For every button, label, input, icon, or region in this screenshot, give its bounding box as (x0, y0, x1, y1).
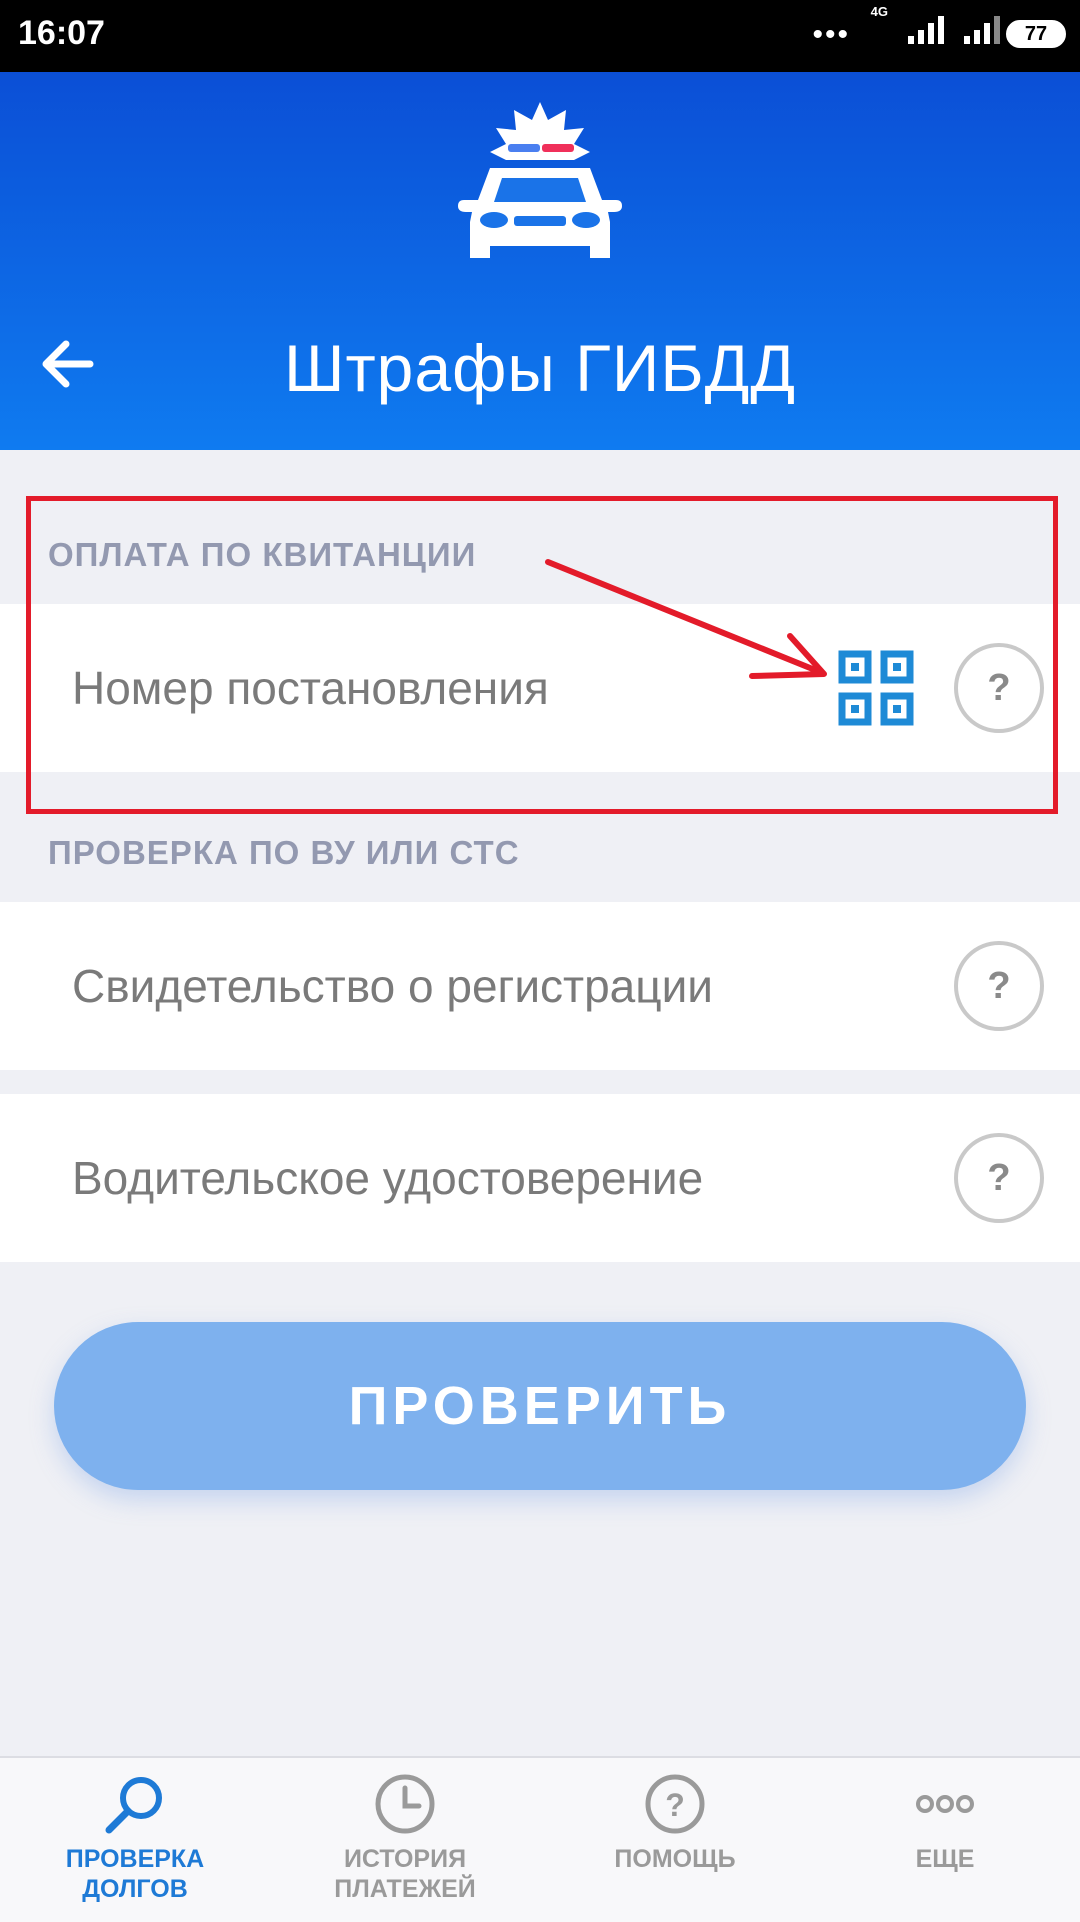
more-icon (916, 1795, 974, 1813)
nav-label-help: ПОМОЩЬ (614, 1845, 736, 1873)
police-car-icon (458, 102, 622, 258)
search-icon (105, 1777, 162, 1834)
signal-icon (908, 16, 944, 44)
section-label-receipt: ОПЛАТА ПО КВИТАНЦИИ (48, 536, 477, 573)
qr-code-icon[interactable] (838, 650, 914, 726)
app-header: Штрафы ГИБДД (0, 72, 1080, 450)
nav-item-payment-history[interactable]: ИСТОРИЯ ПЛАТЕЖЕЙ (270, 1758, 540, 1922)
registration-certificate-field[interactable]: Свидетельство о регистрации ? (0, 902, 1080, 1070)
nav-label-payment-history: ИСТОРИЯ ПЛАТЕЖЕЙ (334, 1845, 476, 1903)
nav-item-more[interactable]: ЕЩЕ (810, 1758, 1080, 1922)
network-type: 4G (870, 4, 888, 19)
driver-license-placeholder: Водительское удостоверение (72, 1152, 704, 1204)
svg-text:?: ? (665, 1787, 685, 1823)
driver-license-field[interactable]: Водительское удостоверение ? (0, 1094, 1080, 1262)
nav-label-more: ЕЩЕ (915, 1845, 975, 1873)
help-button-license[interactable]: ? (954, 1133, 1044, 1223)
check-button[interactable]: ПРОВЕРИТЬ (54, 1322, 1026, 1490)
section-label-documents: ПРОВЕРКА ПО ВУ ИЛИ СТС (48, 834, 520, 871)
nav-item-debt-check[interactable]: ПРОВЕРКА ДОЛГОВ (0, 1758, 270, 1922)
clock-icon (375, 1774, 435, 1834)
help-circle-icon: ? (645, 1774, 705, 1834)
status-time: 16:07 (18, 14, 105, 52)
registration-certificate-placeholder: Свидетельство о регистрации (72, 960, 713, 1012)
resolution-number-field[interactable]: Номер постановления ? (0, 604, 1080, 772)
status-bar: 16:07 ••• 4G 77 (0, 0, 1080, 72)
help-button-resolution[interactable]: ? (954, 643, 1044, 733)
page-title: Штрафы ГИБДД (283, 331, 797, 405)
help-button-registration[interactable]: ? (954, 941, 1044, 1031)
notification-dots-icon: ••• (812, 18, 850, 51)
nav-item-help[interactable]: ? ПОМОЩЬ (540, 1758, 810, 1922)
bottom-nav: ПРОВЕРКА ДОЛГОВ ИСТОРИЯ ПЛАТЕЖЕЙ ? ПОМОЩЬ … (0, 1756, 1080, 1922)
signal-icon-2 (964, 16, 1000, 44)
nav-label-debt-check: ПРОВЕРКА ДОЛГОВ (65, 1845, 205, 1903)
battery-icon: 77 (1006, 20, 1066, 48)
resolution-number-placeholder: Номер постановления (72, 662, 549, 714)
